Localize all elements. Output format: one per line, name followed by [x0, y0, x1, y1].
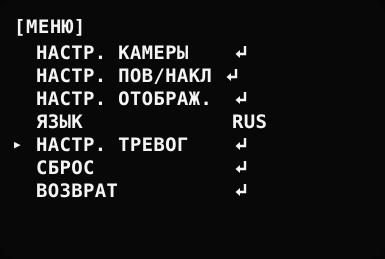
menu-item-return[interactable]: ВОЗВРАТ [14, 180, 314, 202]
enter-icon [235, 46, 247, 58]
osd-screen: [МЕНЮ] НАСТР. КАМЕРЫ НАСТР. ПОВ/НАКЛ НАС… [0, 0, 385, 259]
menu-item-language[interactable]: ЯЗЫК RUS [14, 111, 314, 133]
language-value: RUS [232, 111, 268, 133]
menu-title: [МЕНЮ] [14, 16, 86, 38]
menu-item-camera-settings[interactable]: НАСТР. КАМЕРЫ [14, 42, 314, 64]
menu-item-label: НАСТР. КАМЕРЫ [36, 42, 189, 64]
enter-icon [235, 92, 247, 104]
menu-item-display-settings[interactable]: НАСТР. ОТОБРАЖ. [14, 88, 314, 110]
enter-icon [235, 161, 247, 173]
enter-icon [226, 69, 238, 81]
menu-item-alarm-settings[interactable]: ▶ НАСТР. ТРЕВОГ [14, 134, 314, 156]
menu-item-pan-tilt-settings[interactable]: НАСТР. ПОВ/НАКЛ [14, 65, 314, 87]
menu-item-label: НАСТР. ТРЕВОГ [36, 134, 189, 156]
menu-item-reset[interactable]: СБРОС [14, 157, 314, 179]
menu-item-label: НАСТР. ОТОБРАЖ. [36, 88, 213, 110]
enter-icon [235, 184, 247, 196]
menu-item-label: НАСТР. ПОВ/НАКЛ [36, 65, 213, 87]
enter-icon [235, 138, 247, 150]
selection-cursor-icon: ▶ [14, 138, 21, 151]
menu-item-label: ВОЗВРАТ [36, 180, 119, 202]
menu-item-label: ЯЗЫК [36, 111, 83, 133]
menu-item-label: СБРОС [36, 157, 95, 179]
